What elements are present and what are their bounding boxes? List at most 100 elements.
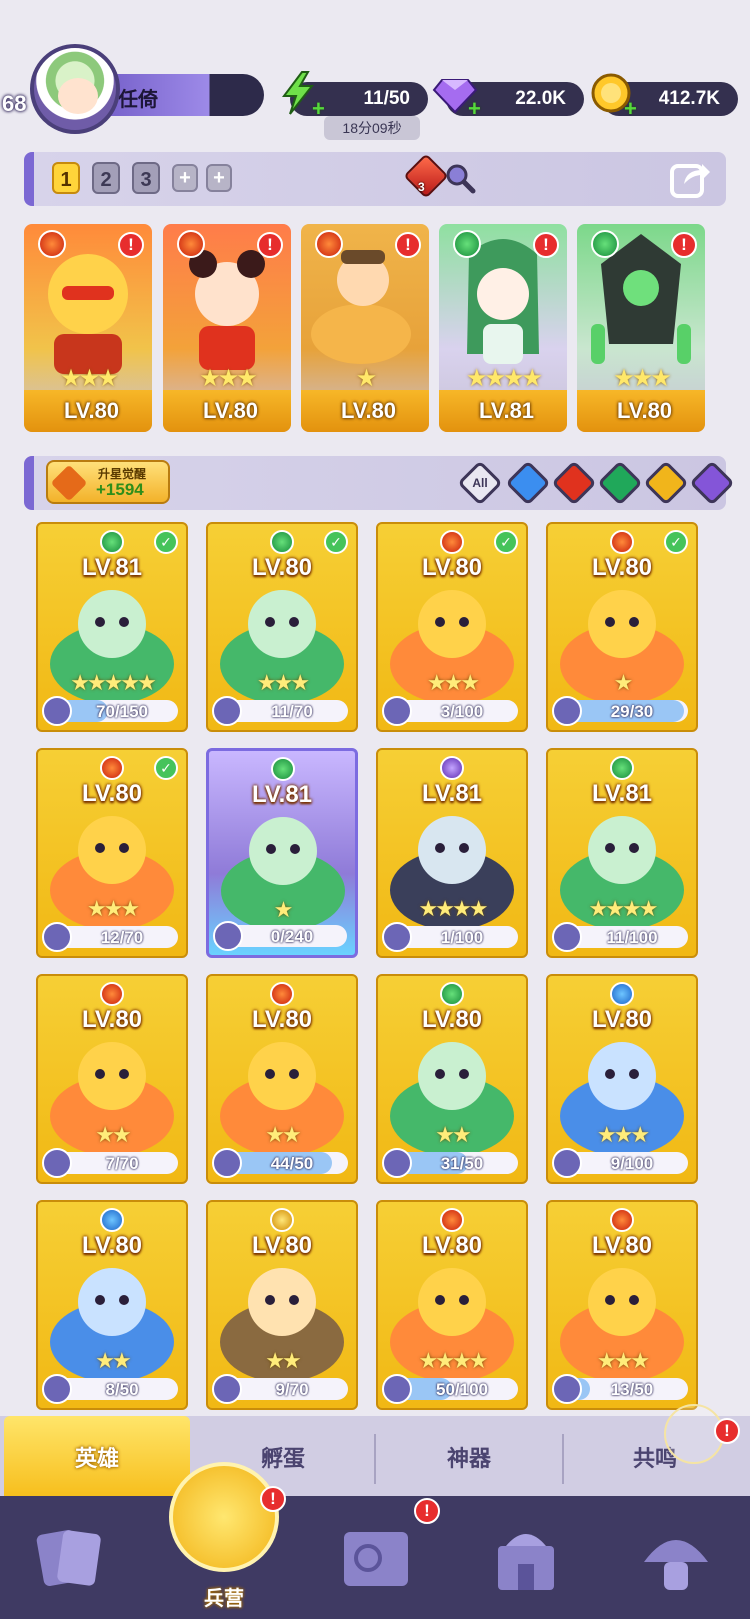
level-bar: LV.80 [301, 390, 429, 432]
gem-value: 22.0K [515, 88, 566, 109]
player-avatar[interactable] [30, 44, 120, 134]
team-hero-5[interactable]: ! ★★★ LV.80 [577, 224, 705, 432]
shard-progress-text: 44/50 [270, 1154, 314, 1173]
wind-element-icon [440, 982, 464, 1006]
search-icon[interactable] [444, 162, 476, 194]
hero-level: LV.81 [251, 781, 313, 808]
filter-water-icon[interactable] [505, 460, 551, 506]
energy-add-icon[interactable]: + [312, 96, 325, 122]
alert-icon: ! [533, 232, 559, 258]
filter-light-icon[interactable] [643, 460, 689, 506]
water-element-icon [100, 1208, 124, 1232]
level-bar: LV.80 [163, 390, 291, 432]
awaken-value: +1594 [96, 480, 144, 499]
mushroom-icon[interactable] [636, 1518, 716, 1598]
star-awaken-button[interactable]: 升星觉醒 +1594 [46, 460, 170, 504]
hero-stars: ★★★ [60, 365, 119, 392]
team-tab-3[interactable]: 3 [132, 162, 160, 194]
hero-stars: ★★★★ [418, 896, 489, 921]
hero-card[interactable]: LV.80 ★★ 7/70 [36, 974, 188, 1184]
team-hero-2[interactable]: ! ★★★ LV.80 [163, 224, 291, 432]
hero-card[interactable]: LV.80 ★★ 8/50 [36, 1200, 188, 1410]
filter-fire-icon[interactable] [551, 460, 597, 506]
shard-progress-bar: 44/50 [212, 1148, 348, 1178]
avatar-face [58, 78, 98, 114]
hero-card[interactable]: LV.81 ★★★★ 1/100 [376, 748, 528, 958]
team-hero-4[interactable]: ! ★★★★ LV.81 [439, 224, 567, 432]
hero-card[interactable]: ✓ LV.81 ★★★★★ 70/150 [36, 522, 188, 732]
gold-counter[interactable]: + 412.7K [591, 73, 738, 121]
hero-stars: ★★★ [596, 1348, 650, 1373]
shard-progress-bar: 12/70 [42, 922, 178, 952]
hero-card[interactable]: LV.80 ★★★ 13/50 [546, 1200, 698, 1410]
hero-card[interactable]: ✓ LV.80 ★★★ 3/100 [376, 522, 528, 732]
team-tab-2[interactable]: 2 [92, 162, 120, 194]
nav-barracks[interactable]: 兵营 [165, 1462, 283, 1619]
gold-add-icon[interactable]: + [624, 96, 637, 122]
team-tab-1[interactable]: 1 [52, 162, 80, 194]
cards-icon[interactable] [30, 1518, 110, 1598]
energy-timer: 18分09秒 [324, 116, 420, 140]
energy-counter[interactable]: + 11/50 [282, 71, 428, 121]
hero-card[interactable]: LV.81 ★ 0/240 [206, 748, 358, 958]
hero-stars: ★★ [265, 1348, 301, 1373]
energy-value: 11/50 [363, 88, 411, 109]
fire-element-icon [177, 230, 205, 258]
hero-stars: ★★★ [596, 1122, 650, 1147]
team-hero-1[interactable]: ! ★★★ LV.80 [24, 224, 152, 432]
hero-level: LV.80 [64, 398, 120, 423]
shard-progress-text: 13/50 [610, 1380, 654, 1399]
alert-icon: ! [395, 232, 421, 258]
gem-counter[interactable]: + 22.0K [432, 79, 584, 121]
gem-add-icon[interactable]: + [468, 96, 481, 122]
hero-card[interactable]: LV.80 ★★ 31/50 [376, 974, 528, 1184]
hero-card[interactable]: LV.80 ★★★ 9/100 [546, 974, 698, 1184]
tab-artifacts[interactable]: 神器 [376, 1416, 562, 1496]
check-icon: ✓ [494, 530, 518, 554]
wind-element-icon [610, 756, 634, 780]
castle-icon[interactable] [486, 1518, 566, 1598]
share-icon[interactable] [668, 158, 712, 200]
hero-card[interactable]: ✓ LV.80 ★★★ 12/70 [36, 748, 188, 958]
sub-tab-bar: 英雄 孵蛋 神器 共鸣 [0, 1416, 750, 1496]
hero-card[interactable]: LV.81 ★★★★ 11/100 [546, 748, 698, 958]
shard-progress-bar: 8/50 [42, 1374, 178, 1404]
hero-stars: ★★★ [199, 365, 258, 392]
filter-all-label: All [472, 476, 488, 490]
filter-all-button[interactable]: All [457, 460, 503, 506]
shard-progress-bar: 13/50 [552, 1374, 688, 1404]
shard-progress-bar: 70/150 [42, 696, 178, 726]
hero-level: LV.80 [617, 398, 673, 423]
hero-card[interactable]: ✓ LV.80 ★★★ 11/70 [206, 522, 358, 732]
map-icon[interactable] [336, 1518, 416, 1598]
element-count: 3 [418, 180, 425, 194]
fire-element-icon [315, 230, 343, 258]
level-bar: LV.80 [577, 390, 705, 432]
hero-level: LV.80 [421, 1232, 483, 1259]
team-add-button[interactable]: + [172, 164, 198, 192]
fire-element-icon [270, 982, 294, 1006]
hero-card[interactable]: ✓ LV.80 ★ 29/30 [546, 522, 698, 732]
team-hero-3[interactable]: ! ★ LV.80 [301, 224, 429, 432]
wind-element-icon [100, 530, 124, 554]
alert-icon: ! [257, 232, 283, 258]
team-add-button-2[interactable]: + [206, 164, 232, 192]
hero-stars: ★★★★ [588, 896, 659, 921]
helmet-icon [169, 1462, 279, 1572]
hero-card[interactable]: LV.80 ★★ 9/70 [206, 1200, 358, 1410]
wind-element-icon [271, 757, 295, 781]
filter-dark-icon[interactable] [689, 460, 735, 506]
tab-heroes[interactable]: 英雄 [4, 1416, 190, 1496]
map-alert-icon: ! [414, 1498, 440, 1524]
fire-element-icon [610, 1208, 634, 1232]
hero-level: LV.80 [421, 554, 483, 581]
hero-card[interactable]: LV.80 ★★★★ 50/100 [376, 1200, 528, 1410]
shard-progress-text: 7/70 [105, 1154, 139, 1173]
shard-progress-bar: 9/100 [552, 1148, 688, 1178]
filter-wind-icon[interactable] [597, 460, 643, 506]
hero-stars: ★★★ [426, 670, 480, 695]
barracks-alert-icon: ! [260, 1486, 286, 1512]
hero-level: LV.80 [81, 1006, 143, 1033]
hero-card[interactable]: LV.80 ★★ 44/50 [206, 974, 358, 1184]
fire-element-icon[interactable] [403, 153, 449, 199]
